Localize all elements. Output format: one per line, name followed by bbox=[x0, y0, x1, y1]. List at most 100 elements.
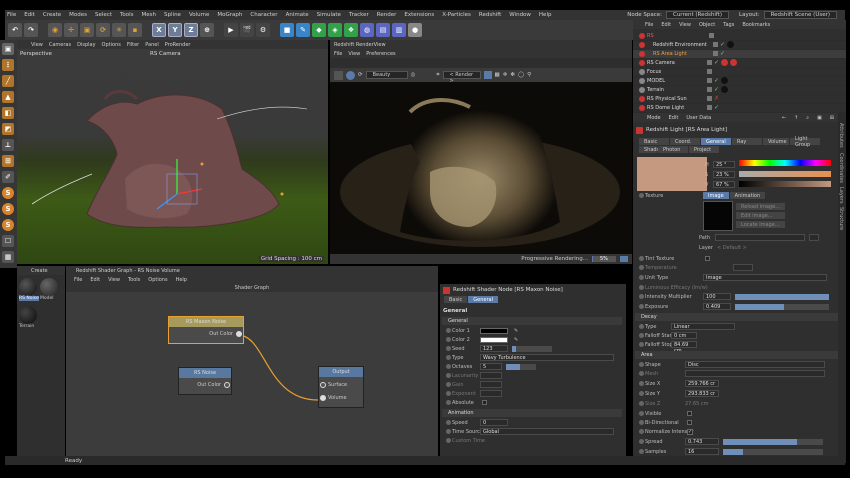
animation-section-header[interactable]: Animation bbox=[442, 409, 622, 417]
gain-field[interactable] bbox=[480, 381, 502, 388]
menu-mograph[interactable]: MoGraph bbox=[217, 12, 242, 18]
keyframe-dot[interactable] bbox=[639, 449, 644, 454]
keyframe-dot[interactable] bbox=[446, 382, 451, 387]
grid-icon[interactable]: ▦ bbox=[495, 72, 500, 78]
color1-swatch[interactable] bbox=[480, 327, 508, 334]
eyedropper-icon[interactable]: ✎ bbox=[514, 328, 518, 334]
tab-image[interactable]: Image bbox=[703, 192, 729, 199]
normalize-checkbox[interactable]: ✓ bbox=[687, 428, 693, 435]
keyframe-dot[interactable] bbox=[446, 429, 451, 434]
decay-section-header[interactable]: Decay bbox=[635, 313, 838, 321]
enabled-check-icon[interactable]: ✓ bbox=[720, 50, 725, 57]
points-mode-icon[interactable]: ⋮ bbox=[2, 59, 14, 71]
viewport-menu-view[interactable]: View bbox=[31, 42, 43, 48]
intensity-slider[interactable] bbox=[735, 293, 829, 300]
axis-mode-icon[interactable]: ⊥ bbox=[2, 139, 14, 151]
side-tab-layers[interactable]: Layers bbox=[838, 187, 844, 204]
seed-slider[interactable] bbox=[512, 345, 552, 352]
coordinate-system-icon[interactable]: ⊕ bbox=[200, 23, 214, 37]
keyframe-dot[interactable] bbox=[446, 364, 451, 369]
falloff-start-field[interactable]: 0 cm bbox=[671, 332, 697, 339]
path-browse-button[interactable] bbox=[809, 234, 819, 241]
tab-general[interactable]: General bbox=[468, 296, 498, 303]
cloner-icon[interactable]: ◈ bbox=[328, 23, 342, 37]
edges-mode-icon[interactable]: ╱ bbox=[2, 75, 14, 87]
exponent-field[interactable] bbox=[480, 390, 502, 397]
menu-window[interactable]: Window bbox=[509, 12, 531, 18]
region-icon[interactable]: ⌗ bbox=[436, 72, 439, 79]
menu-character[interactable]: Character bbox=[250, 12, 277, 18]
keyframe-dot[interactable] bbox=[446, 355, 451, 360]
decay-type-dropdown[interactable]: Linear bbox=[671, 323, 735, 330]
tab-ray[interactable]: Ray bbox=[732, 138, 762, 145]
keyframe-dot[interactable] bbox=[446, 391, 451, 396]
material-tag-icon[interactable] bbox=[721, 77, 729, 85]
shape-dropdown[interactable]: Disc bbox=[685, 361, 825, 368]
side-tab-coordinates[interactable]: Coordinates bbox=[838, 153, 844, 183]
refresh-icon[interactable]: ⟳ bbox=[358, 72, 363, 78]
enabled-check-icon[interactable]: ✓ bbox=[714, 77, 719, 84]
color2-swatch[interactable] bbox=[480, 336, 508, 343]
tab-animation[interactable]: Animation bbox=[729, 192, 766, 199]
viewport-canvas[interactable]: Perspective RS Camera Grid Spacing : 100… bbox=[17, 49, 328, 264]
node-space-dropdown[interactable]: Current (Redshift) bbox=[665, 11, 730, 19]
model-mode-icon[interactable]: ▪ bbox=[128, 23, 142, 37]
om-menu-tags[interactable]: Tags bbox=[723, 22, 734, 28]
rotate-icon[interactable]: ⟳ bbox=[96, 23, 110, 37]
subdivision-icon[interactable]: ◆ bbox=[312, 23, 326, 37]
visible-checkbox[interactable] bbox=[687, 411, 692, 416]
z-axis-button[interactable]: Z bbox=[184, 23, 198, 37]
reload-image-button[interactable]: Reload image... bbox=[736, 203, 785, 210]
render-menu-preferences[interactable]: Preferences bbox=[366, 51, 395, 57]
object-row-rs-area-light[interactable]: RS Area Light ✓ bbox=[633, 50, 846, 59]
bidirectional-checkbox[interactable] bbox=[687, 420, 692, 425]
freeze-icon[interactable]: ✻ bbox=[510, 72, 515, 78]
object-row-redshift-environment[interactable]: Redshift Environment ✓ bbox=[633, 41, 846, 50]
texture-mode-icon[interactable]: ◩ bbox=[2, 123, 14, 135]
render-picture-viewer-icon[interactable]: 🎬 bbox=[240, 23, 254, 37]
am-menu-edit[interactable]: Edit bbox=[669, 115, 679, 121]
size-z-value[interactable]: 27.65 cm bbox=[685, 401, 709, 407]
keyframe-dot[interactable] bbox=[446, 400, 451, 405]
saturation-field[interactable]: 23 % bbox=[713, 171, 735, 178]
menu-extensions[interactable]: Extensions bbox=[404, 12, 434, 18]
size-y-field[interactable]: 293.833 cr bbox=[685, 390, 719, 397]
keyframe-dot[interactable] bbox=[639, 265, 644, 270]
keyframe-dot[interactable] bbox=[446, 337, 451, 342]
am-menu-user-data[interactable]: User Data bbox=[686, 115, 711, 121]
keyframe-dot[interactable] bbox=[446, 438, 451, 443]
sg-menu-options[interactable]: Options bbox=[148, 277, 167, 283]
eyedropper-icon[interactable]: ✎ bbox=[514, 337, 518, 343]
start-render-icon[interactable] bbox=[346, 70, 355, 80]
keyframe-dot[interactable] bbox=[639, 411, 644, 416]
falloff-stop-field[interactable]: 84.69 cm bbox=[671, 341, 697, 354]
menu-select[interactable]: Select bbox=[95, 12, 112, 18]
tab-basic[interactable]: Basic bbox=[639, 138, 669, 145]
visibility-toggle[interactable] bbox=[707, 87, 712, 93]
om-menu-file[interactable]: File bbox=[645, 22, 653, 28]
x-axis-button[interactable]: X bbox=[152, 23, 166, 37]
edit-image-button[interactable]: Edit image... bbox=[736, 212, 785, 219]
lacunarity-field[interactable] bbox=[480, 372, 502, 379]
protection-tag-icon[interactable] bbox=[730, 59, 738, 67]
menu-spline[interactable]: Spline bbox=[164, 12, 181, 18]
aov-dropdown[interactable]: Beauty bbox=[365, 71, 408, 79]
material-model[interactable]: Model bbox=[40, 278, 60, 302]
menu-modes[interactable]: Modes bbox=[69, 12, 87, 18]
scale-icon[interactable]: ▣ bbox=[80, 23, 94, 37]
visibility-toggle[interactable] bbox=[707, 78, 712, 84]
uv-mode-icon[interactable]: ◧ bbox=[2, 107, 14, 119]
spread-field[interactable]: 0.743 bbox=[685, 438, 719, 445]
lock-icon[interactable]: ▣ bbox=[817, 115, 822, 121]
viewport-menu-panel[interactable]: Panel bbox=[145, 42, 159, 48]
object-row-terrain[interactable]: Terrain ✓ bbox=[633, 86, 846, 95]
object-row-focus[interactable]: Focus bbox=[633, 68, 846, 77]
keyframe-dot[interactable] bbox=[639, 285, 644, 290]
tab-shadow[interactable]: Shadow bbox=[639, 146, 664, 153]
locate-image-button[interactable]: Locate image... bbox=[736, 221, 785, 228]
redshift-light-icon[interactable]: S bbox=[2, 219, 14, 231]
mesh-field[interactable] bbox=[685, 370, 825, 377]
render-view-icon[interactable]: ▶ bbox=[224, 23, 238, 37]
redshift-material-icon[interactable]: S bbox=[2, 203, 14, 215]
menu-animate[interactable]: Animate bbox=[286, 12, 309, 18]
